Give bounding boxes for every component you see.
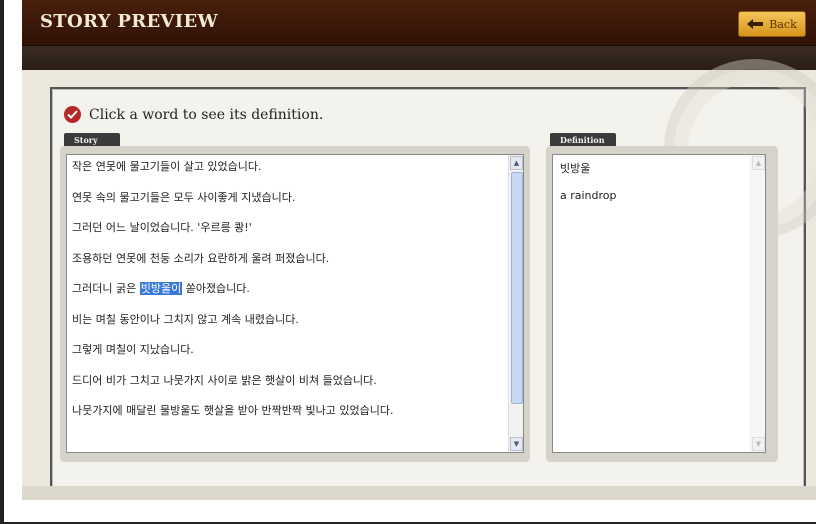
scroll-thumb[interactable] [511, 172, 523, 404]
definition-panel: 빗방울 a raindrop ▲ ▼ [546, 146, 778, 462]
back-button[interactable]: Back [738, 11, 806, 37]
bottom-band [22, 486, 816, 500]
story-preview-app: STORY PREVIEW Back Click a word to see i… [22, 0, 816, 500]
definition-meaning: a raindrop [560, 189, 617, 202]
tab-story: Story [64, 133, 120, 147]
back-button-label: Back [769, 17, 797, 31]
story-scrollbar[interactable]: ▲ ▼ [508, 155, 523, 452]
definition-text-box: 빗방울 a raindrop ▲ ▼ [552, 154, 766, 453]
story-text-after[interactable]: 쏟아졌습니다. [182, 282, 250, 295]
scroll-down-icon[interactable]: ▼ [510, 437, 523, 451]
check-circle-icon [64, 106, 81, 123]
instruction-text: Click a word to see its definition. [89, 106, 324, 123]
definition-word: 빗방울 [560, 162, 591, 175]
story-text-box: 작은 연못에 물고기들이 살고 있었습니다. 연못 속의 물고기들은 모두 사이… [66, 154, 524, 453]
tab-definition: Definition [550, 133, 616, 147]
story-line[interactable]: 그러던 어느 날이었습니다. '우르릉 쾅!' [72, 219, 502, 250]
scroll-down-icon[interactable]: ▼ [752, 437, 765, 451]
story-line[interactable]: 작은 연못에 물고기들이 살고 있었습니다. [72, 158, 502, 189]
story-line-highlighted[interactable]: 그러더니 굵은 빗방울이 쏟아졌습니다. [72, 280, 502, 311]
instruction: Click a word to see its definition. [64, 106, 323, 123]
scroll-up-icon[interactable]: ▲ [752, 156, 765, 170]
header-bar: STORY PREVIEW Back [22, 0, 816, 46]
page-title: STORY PREVIEW [40, 11, 219, 32]
story-line[interactable]: 비는 며칠 동안이나 그치지 않고 계속 내렸습니다. [72, 311, 502, 342]
story-line[interactable]: 그렇게 며칠이 지났습니다. [72, 341, 502, 372]
scroll-up-icon[interactable]: ▲ [510, 156, 523, 170]
story-line[interactable]: 드디어 비가 그치고 나뭇가지 사이로 밝은 햇살이 비쳐 들었습니다. [72, 372, 502, 403]
story-line[interactable]: 나뭇가지에 매달린 물방울도 햇살을 받아 반짝반짝 빛나고 있었습니다. [72, 402, 502, 433]
check-mark [67, 110, 78, 119]
story-line[interactable]: 연못 속의 물고기들은 모두 사이좋게 지냈습니다. [72, 189, 502, 220]
header-band [22, 46, 816, 70]
definition-scrollbar[interactable]: ▲ ▼ [750, 155, 765, 452]
selected-word[interactable]: 빗방울이 [139, 282, 183, 295]
story-lines: 작은 연못에 물고기들이 살고 있었습니다. 연못 속의 물고기들은 모두 사이… [72, 158, 502, 433]
back-arrow-icon [747, 19, 764, 29]
story-line[interactable]: 조용하던 연못에 천둥 소리가 요란하게 울려 퍼졌습니다. [72, 250, 502, 281]
frame-left-border [0, 0, 4, 524]
story-text-before[interactable]: 그러더니 굵은 [72, 282, 140, 295]
content-panel: Click a word to see its definition. Stor… [50, 59, 816, 491]
story-panel: 작은 연못에 물고기들이 살고 있었습니다. 연못 속의 물고기들은 모두 사이… [60, 146, 530, 462]
